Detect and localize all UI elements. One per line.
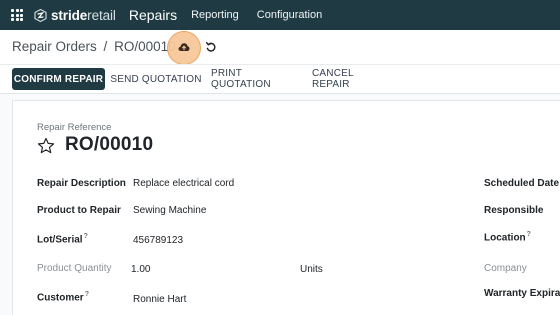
repair-reference-label: Repair Reference — [37, 122, 112, 133]
brand-logo[interactable]: strideretail — [34, 8, 116, 23]
apps-grid-icon[interactable] — [10, 8, 24, 22]
repair-description-label: Repair Description — [37, 178, 126, 189]
stride-logo-icon — [34, 8, 47, 22]
lot-serial-label: Lot/Serial? — [37, 233, 88, 245]
lot-serial-help-icon[interactable]: ? — [84, 233, 88, 240]
lot-serial-field[interactable]: 456789123 — [133, 235, 183, 246]
menu-reporting[interactable]: Reporting — [191, 9, 239, 21]
repair-reference-value: RO/00010 — [65, 134, 154, 155]
app-name[interactable]: Repairs — [129, 7, 177, 23]
warranty-expiration-label: Warranty Expirati — [484, 288, 560, 299]
product-quantity-field[interactable]: 1.00 — [131, 264, 150, 275]
responsible-label: Responsible — [484, 205, 544, 216]
customer-help-icon[interactable]: ? — [85, 291, 89, 298]
repair-description-field[interactable]: Replace electrical cord — [133, 178, 234, 189]
star-outline-icon[interactable] — [37, 137, 55, 155]
company-label: Company — [484, 263, 527, 274]
form-sheet: Repair Reference RO/00010 Repair Descrip… — [12, 100, 560, 315]
top-navbar: strideretail Repairs Reporting Configura… — [0, 0, 560, 30]
brand-name: strideretail — [51, 7, 116, 23]
product-to-repair-field[interactable]: Sewing Machine — [133, 205, 206, 216]
undo-icon[interactable] — [205, 41, 217, 53]
product-quantity-uom: Units — [300, 264, 323, 275]
product-to-repair-label: Product to Repair — [37, 205, 121, 216]
menu-configuration[interactable]: Configuration — [257, 9, 322, 21]
lot-serial-label-text: Lot/Serial — [37, 234, 83, 246]
customer-field[interactable]: Ronnie Hart — [133, 294, 186, 305]
breadcrumb-separator: / — [103, 39, 108, 54]
customer-label: Customer? — [37, 291, 89, 303]
product-quantity-label: Product Quantity — [37, 263, 112, 274]
cloud-upload-icon[interactable] — [178, 42, 190, 52]
control-panel: Repair Orders / RO/00010 — [0, 30, 560, 65]
location-help-icon[interactable]: ? — [527, 231, 531, 238]
confirm-repair-button[interactable]: CONFIRM REPAIR — [12, 68, 105, 90]
print-quotation-button[interactable]: PRINT QUOTATION — [211, 68, 303, 90]
location-label-text: Location — [484, 232, 526, 244]
breadcrumb-repair-orders[interactable]: Repair Orders — [12, 39, 97, 54]
customer-label-text: Customer — [37, 292, 84, 304]
action-bar: CONFIRM REPAIR SEND QUOTATION PRINT QUOT… — [0, 64, 560, 94]
scheduled-date-label: Scheduled Date — [484, 178, 560, 189]
location-label: Location? — [484, 231, 531, 243]
cancel-repair-button[interactable]: CANCEL REPAIR — [312, 68, 392, 90]
send-quotation-button[interactable]: SEND QUOTATION — [110, 68, 202, 90]
breadcrumb: Repair Orders / RO/00010 — [12, 39, 176, 54]
